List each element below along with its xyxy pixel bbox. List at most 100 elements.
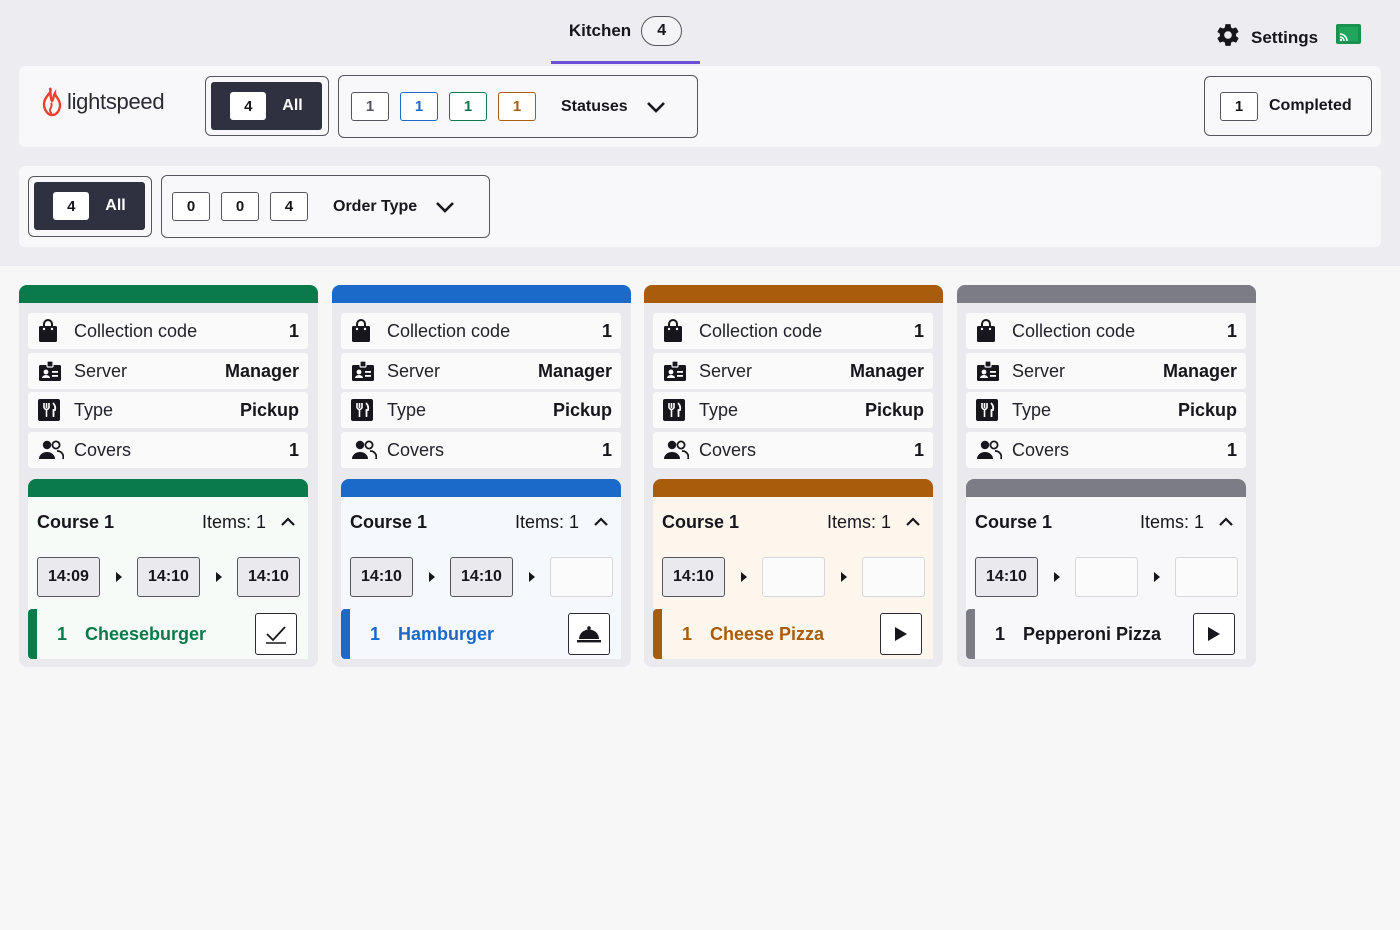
badge-icon [38, 359, 64, 383]
item-name: Pepperoni Pizza [1023, 623, 1162, 644]
course-title: Course 1 [975, 511, 1053, 532]
server-row: Server Manager [966, 353, 1246, 389]
utensils-icon [38, 398, 64, 422]
status-all-button[interactable]: 4 All [211, 82, 322, 130]
collection-code-row: Collection code 1 [341, 313, 621, 349]
collection-code-label: Collection code [1012, 320, 1136, 341]
status-count-in-progress[interactable]: 1 [400, 92, 438, 121]
course-section: Course 1 Items: 1 14:10 1 Cheese Pizza [653, 479, 933, 659]
course-section: Course 1 Items: 1 14:10 14:10 1 Hamburge… [341, 479, 621, 659]
item-action-button[interactable] [255, 613, 297, 655]
shopping-bag-icon [351, 319, 377, 343]
status-count-ready[interactable]: 1 [449, 92, 487, 121]
item-name: Cheese Pizza [710, 623, 825, 644]
order-card: Collection code 1 Server Manager Type Pi… [644, 285, 943, 667]
users-icon [351, 438, 377, 462]
order-type-dropdown[interactable]: 0 0 4 Order Type [161, 175, 490, 238]
course-title: Course 1 [350, 511, 428, 532]
type-value: Pickup [1177, 399, 1237, 420]
type-value: Pickup [552, 399, 612, 420]
course-status-bar [653, 479, 933, 497]
type-label: Type [699, 399, 739, 420]
statuses-dropdown[interactable]: 1 1 1 1 Statuses [338, 75, 698, 138]
course-header[interactable]: Course 1 Items: 1 [341, 497, 621, 547]
covers-label: Covers [1012, 439, 1070, 460]
order-card-status-bar [19, 285, 318, 303]
item-action-button[interactable] [568, 613, 610, 655]
collection-code-row: Collection code 1 [966, 313, 1246, 349]
type-row: Type Pickup [653, 392, 933, 428]
settings-button[interactable]: Settings [1215, 22, 1318, 53]
server-label: Server [699, 360, 753, 381]
cast-icon[interactable] [1336, 24, 1361, 46]
order-type-count-delivery[interactable]: 0 [221, 192, 259, 221]
chevron-up-icon[interactable] [905, 517, 921, 527]
caret-right-icon [1138, 572, 1175, 582]
order-card-status-bar [332, 285, 631, 303]
chevron-up-icon[interactable] [593, 517, 609, 527]
users-icon [38, 438, 64, 462]
covers-value: 1 [601, 439, 612, 460]
order-item[interactable]: 1 Hamburger [341, 609, 621, 659]
server-row: Server Manager [653, 353, 933, 389]
shopping-bag-icon [976, 319, 1002, 343]
course-header[interactable]: Course 1 Items: 1 [28, 497, 308, 547]
play-icon [1208, 627, 1220, 641]
caret-right-icon [200, 572, 237, 582]
time-served [550, 557, 613, 597]
item-quantity: 1 [370, 623, 381, 644]
collection-code-value: 1 [913, 320, 924, 341]
chevron-up-icon[interactable] [1218, 517, 1234, 527]
status-count-new[interactable]: 1 [351, 92, 389, 121]
order-type-count-dine-in[interactable]: 0 [172, 192, 210, 221]
item-action-button[interactable] [880, 613, 922, 655]
course-status-bar [28, 479, 308, 497]
collection-code-row: Collection code 1 [653, 313, 933, 349]
covers-label: Covers [387, 439, 445, 460]
caret-right-icon [513, 572, 550, 582]
time-prepared [1075, 557, 1138, 597]
item-name: Cheeseburger [85, 623, 207, 644]
server-value: Manager [537, 360, 612, 381]
chevron-up-icon[interactable] [280, 517, 296, 527]
item-quantity: 1 [995, 623, 1006, 644]
caret-right-icon [825, 572, 862, 582]
chevron-down-icon [646, 101, 666, 113]
item-action-button[interactable] [1193, 613, 1235, 655]
order-card: Collection code 1 Server Manager Type Pi… [332, 285, 631, 667]
covers-value: 1 [913, 439, 924, 460]
course-items-count: Items: 1 [826, 511, 891, 532]
order-card: Collection code 1 Server Manager Type Pi… [19, 285, 318, 667]
time-served [862, 557, 925, 597]
tab-kitchen-count: 4 [641, 15, 683, 46]
course-section: Course 1 Items: 1 14:09 14:10 14:10 1 Ch… [28, 479, 308, 659]
course-header[interactable]: Course 1 Items: 1 [653, 497, 933, 547]
order-item[interactable]: 1 Cheeseburger [28, 609, 308, 659]
order-type-all-button[interactable]: 4 All [34, 182, 145, 230]
order-item[interactable]: 1 Cheese Pizza [653, 609, 933, 659]
server-value: Manager [849, 360, 924, 381]
order-type-count-pickup[interactable]: 4 [270, 192, 308, 221]
caret-right-icon [725, 572, 762, 582]
checkmark-icon [266, 626, 286, 644]
tab-kitchen-label: Kitchen [568, 20, 632, 40]
status-count-delayed[interactable]: 1 [498, 92, 536, 121]
order-item[interactable]: 1 Pepperoni Pizza [966, 609, 1246, 659]
course-title: Course 1 [37, 511, 115, 532]
course-items-count: Items: 1 [514, 511, 579, 532]
gear-icon [1215, 22, 1241, 53]
type-row: Type Pickup [341, 392, 621, 428]
flame-icon [42, 87, 62, 117]
tab-kitchen[interactable]: Kitchen 4 [551, 0, 700, 64]
type-label: Type [74, 399, 114, 420]
collection-code-label: Collection code [699, 320, 823, 341]
utensils-icon [663, 398, 689, 422]
completed-button[interactable]: 1 Completed [1204, 76, 1372, 136]
covers-row: Covers 1 [28, 432, 308, 468]
item-status-accent [341, 609, 350, 659]
server-row: Server Manager [341, 353, 621, 389]
users-icon [663, 438, 689, 462]
course-header[interactable]: Course 1 Items: 1 [966, 497, 1246, 547]
item-quantity: 1 [682, 623, 693, 644]
statuses-label: Statuses [561, 97, 628, 115]
